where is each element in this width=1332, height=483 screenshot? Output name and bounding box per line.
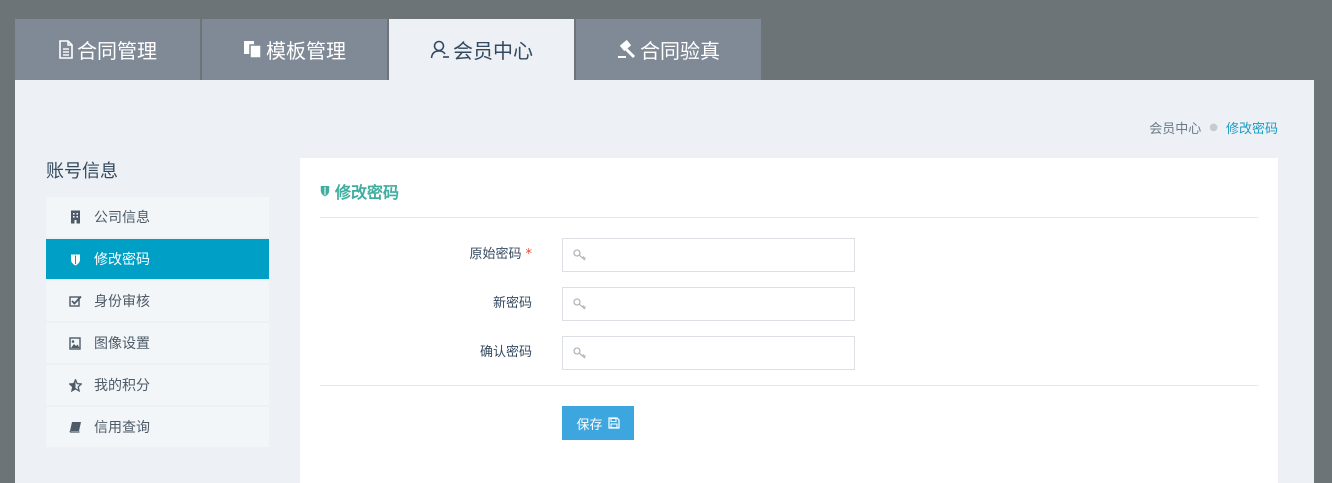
sidebar-menu: 公司信息 修改密码 身份审核 图像设置 我的积分 信用查询 — [46, 197, 269, 449]
required-mark: * — [525, 247, 533, 262]
sidebar-item-my-points[interactable]: 我的积分 — [46, 365, 269, 405]
save-button-label: 保存 — [576, 417, 603, 433]
key-icon — [573, 347, 587, 359]
confirm-password-input[interactable] — [593, 337, 852, 371]
form-row-confirm-password: 确认密码 — [320, 336, 1258, 371]
star-icon — [68, 378, 82, 392]
sidebar-title: 账号信息 — [46, 161, 118, 182]
original-password-label: 原始密码 * — [469, 238, 532, 272]
sidebar-item-label: 公司信息 — [94, 210, 150, 226]
save-button[interactable]: 保存 — [562, 406, 634, 440]
sidebar-item-label: 我的积分 — [94, 378, 150, 394]
main-panel: 会员中心 ● 修改密码 账号信息 公司信息 修改密码 身份审核 图像设置 我的积… — [15, 80, 1314, 483]
floppy-disk-icon — [607, 417, 620, 429]
tab-contract-verification[interactable]: 合同验真 — [576, 19, 761, 80]
sidebar-item-identity-review[interactable]: 身份审核 — [46, 281, 269, 321]
gavel-icon — [617, 40, 637, 59]
original-password-input[interactable] — [593, 239, 852, 273]
tab-contract-management[interactable]: 合同管理 — [15, 19, 200, 80]
breadcrumb-parent[interactable]: 会员中心 — [1149, 118, 1201, 137]
user-icon — [430, 40, 450, 59]
change-password-panel: 修改密码 原始密码 * 新密码 确认密码 保存 — [300, 158, 1278, 483]
checkbox-icon — [68, 295, 82, 307]
confirm-password-label: 确认密码 — [479, 345, 532, 360]
tab-label: 合同验真 — [640, 39, 720, 63]
tab-template-management[interactable]: 模板管理 — [202, 19, 387, 80]
book-icon — [68, 421, 82, 433]
form-divider — [320, 385, 1258, 386]
form-title-text: 修改密码 — [335, 183, 400, 202]
key-icon — [573, 298, 587, 310]
shield-icon — [320, 185, 330, 197]
sidebar-item-company-info[interactable]: 公司信息 — [46, 197, 269, 237]
tab-label: 模板管理 — [266, 39, 346, 63]
sidebar-item-image-settings[interactable]: 图像设置 — [46, 323, 269, 363]
form-row-original-password: 原始密码 * — [320, 238, 1258, 273]
original-password-field[interactable] — [562, 238, 855, 273]
top-tab-bar: 合同管理 模板管理 会员中心 合同验真 — [15, 19, 761, 80]
form-row-new-password: 新密码 — [320, 287, 1258, 322]
sidebar-item-change-password[interactable]: 修改密码 — [46, 239, 269, 279]
new-password-input[interactable] — [593, 288, 852, 322]
image-icon — [68, 336, 82, 350]
tab-label: 会员中心 — [453, 39, 533, 63]
confirm-password-field[interactable] — [562, 336, 855, 371]
tab-label: 合同管理 — [77, 39, 157, 63]
building-icon — [68, 210, 82, 224]
sidebar-item-label: 图像设置 — [94, 336, 150, 352]
breadcrumb-current: 修改密码 — [1225, 122, 1278, 137]
shield-icon — [68, 253, 82, 266]
document-icon — [58, 40, 74, 59]
breadcrumb-separator-icon: ● — [1209, 122, 1218, 133]
original-password-label-text: 原始密码 — [469, 247, 522, 262]
sidebar-item-label: 修改密码 — [94, 252, 150, 268]
form-title: 修改密码 — [320, 179, 399, 203]
title-divider — [320, 217, 1258, 218]
new-password-label: 新密码 — [492, 296, 532, 311]
sidebar-item-label: 身份审核 — [94, 294, 150, 310]
key-icon — [573, 249, 587, 261]
breadcrumb: 会员中心 ● 修改密码 — [1149, 118, 1278, 137]
copy-icon — [243, 40, 263, 59]
sidebar-item-label: 信用查询 — [94, 420, 150, 436]
tab-member-center[interactable]: 会员中心 — [389, 19, 574, 80]
sidebar-item-credit-query[interactable]: 信用查询 — [46, 407, 269, 447]
new-password-field[interactable] — [562, 287, 855, 322]
